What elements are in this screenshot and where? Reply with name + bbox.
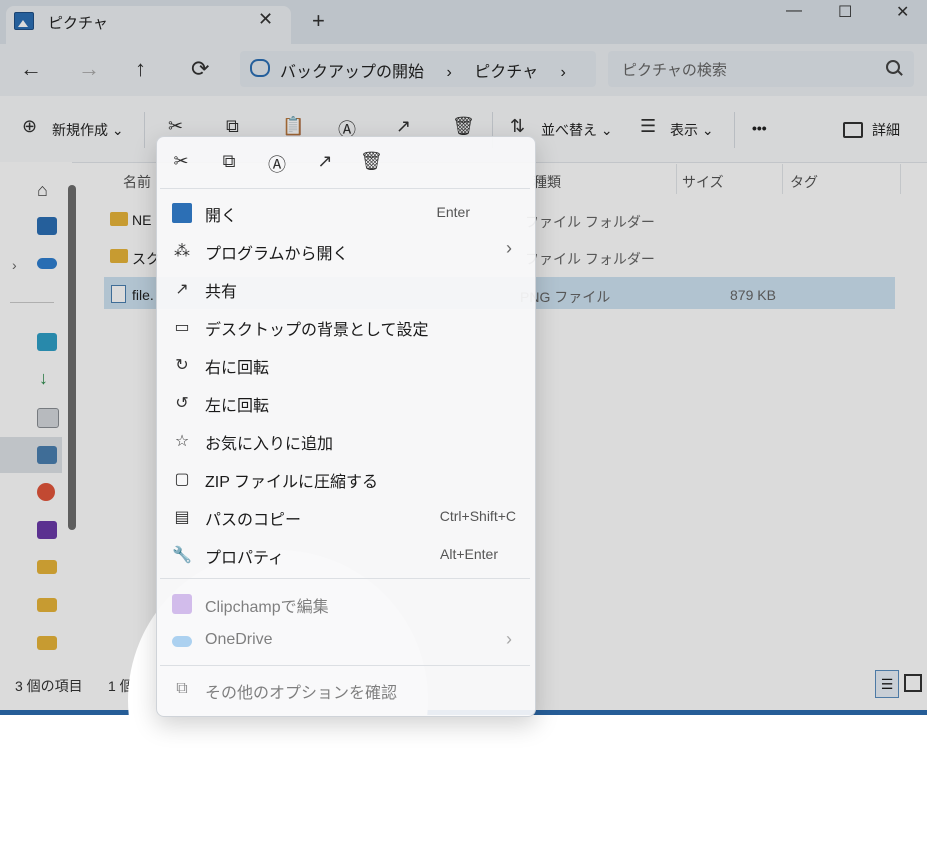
menu-item-label: 右に回転 (205, 360, 270, 377)
menu-item-compress-zip[interactable]: ▢ ZIP ファイルに圧縮する (172, 460, 524, 498)
zip-icon: ▢ (174, 471, 190, 488)
copy-path-icon: ▤ (174, 509, 190, 526)
menu-item-rotate-right[interactable]: ↻ 右に回転 (172, 346, 524, 384)
copy-icon[interactable]: ⧉ (218, 151, 240, 173)
menu-divider (160, 188, 530, 189)
menu-item-rotate-left[interactable]: ↺ 左に回転 (172, 384, 524, 422)
menu-item-add-favorite[interactable]: ☆ お気に入りに追加 (172, 422, 524, 460)
menu-item-share[interactable]: ↗ 共有 (172, 270, 524, 308)
rename-icon[interactable]: Ⓐ (266, 151, 288, 175)
menu-item-properties[interactable]: 🔧 プロパティ Alt+Enter (172, 536, 524, 574)
menu-item-label: その他のオプションを確認 (205, 685, 398, 702)
submenu-chevron-icon: › (506, 629, 512, 649)
share-icon[interactable]: ↗ (314, 151, 336, 173)
open-with-icon: ⁂ (174, 243, 190, 260)
menu-item-set-wallpaper[interactable]: ▭ デスクトップの背景として設定 (172, 308, 524, 346)
menu-item-label: ZIP ファイルに圧縮する (205, 474, 379, 491)
rotate-right-icon: ↻ (175, 357, 189, 374)
menu-shortcut: Enter (436, 204, 470, 220)
clipchamp-icon (172, 594, 192, 614)
menu-item-label: Clipchampで編集 (205, 599, 329, 616)
star-icon: ☆ (174, 433, 190, 450)
menu-shortcut: Ctrl+Shift+C (439, 508, 516, 524)
menu-item-label: OneDrive (205, 631, 273, 648)
menu-item-open-with[interactable]: ⁂ プログラムから開く › (172, 232, 524, 270)
submenu-chevron-icon: › (506, 238, 512, 258)
wallpaper-icon: ▭ (174, 319, 190, 336)
menu-item-clipchamp[interactable]: Clipchampで編集 (172, 585, 524, 623)
menu-item-onedrive[interactable]: OneDrive › (172, 623, 524, 661)
menu-item-label: お気に入りに追加 (205, 436, 334, 453)
image-icon (172, 203, 192, 223)
delete-icon[interactable]: 🗑 (360, 151, 383, 173)
menu-item-label: パスのコピー (205, 512, 302, 529)
menu-item-label: プロパティ (205, 550, 285, 567)
wrench-icon: 🔧 (172, 547, 192, 564)
menu-item-copy-path[interactable]: ▤ パスのコピー Ctrl+Shift+C (172, 498, 524, 536)
cloud-icon (172, 636, 192, 647)
menu-shortcut: Alt+Enter (440, 546, 498, 562)
share-icon: ↗ (175, 281, 189, 298)
menu-divider (160, 578, 530, 579)
more-options-icon: ⧉ (176, 680, 188, 697)
menu-divider (160, 665, 530, 666)
cut-icon[interactable]: ✂ (170, 151, 192, 173)
menu-item-more-options[interactable]: ⧉ その他のオプションを確認 (172, 671, 524, 709)
rotate-left-icon: ↺ (175, 395, 189, 412)
menu-item-open[interactable]: 開く Enter (172, 194, 524, 232)
menu-item-label: デスクトップの背景として設定 (205, 322, 429, 339)
menu-item-label: プログラムから開く (205, 246, 349, 263)
menu-item-label: 左に回転 (205, 398, 270, 415)
menu-item-label: 共有 (205, 284, 238, 301)
menu-item-label: 開く (205, 208, 238, 225)
